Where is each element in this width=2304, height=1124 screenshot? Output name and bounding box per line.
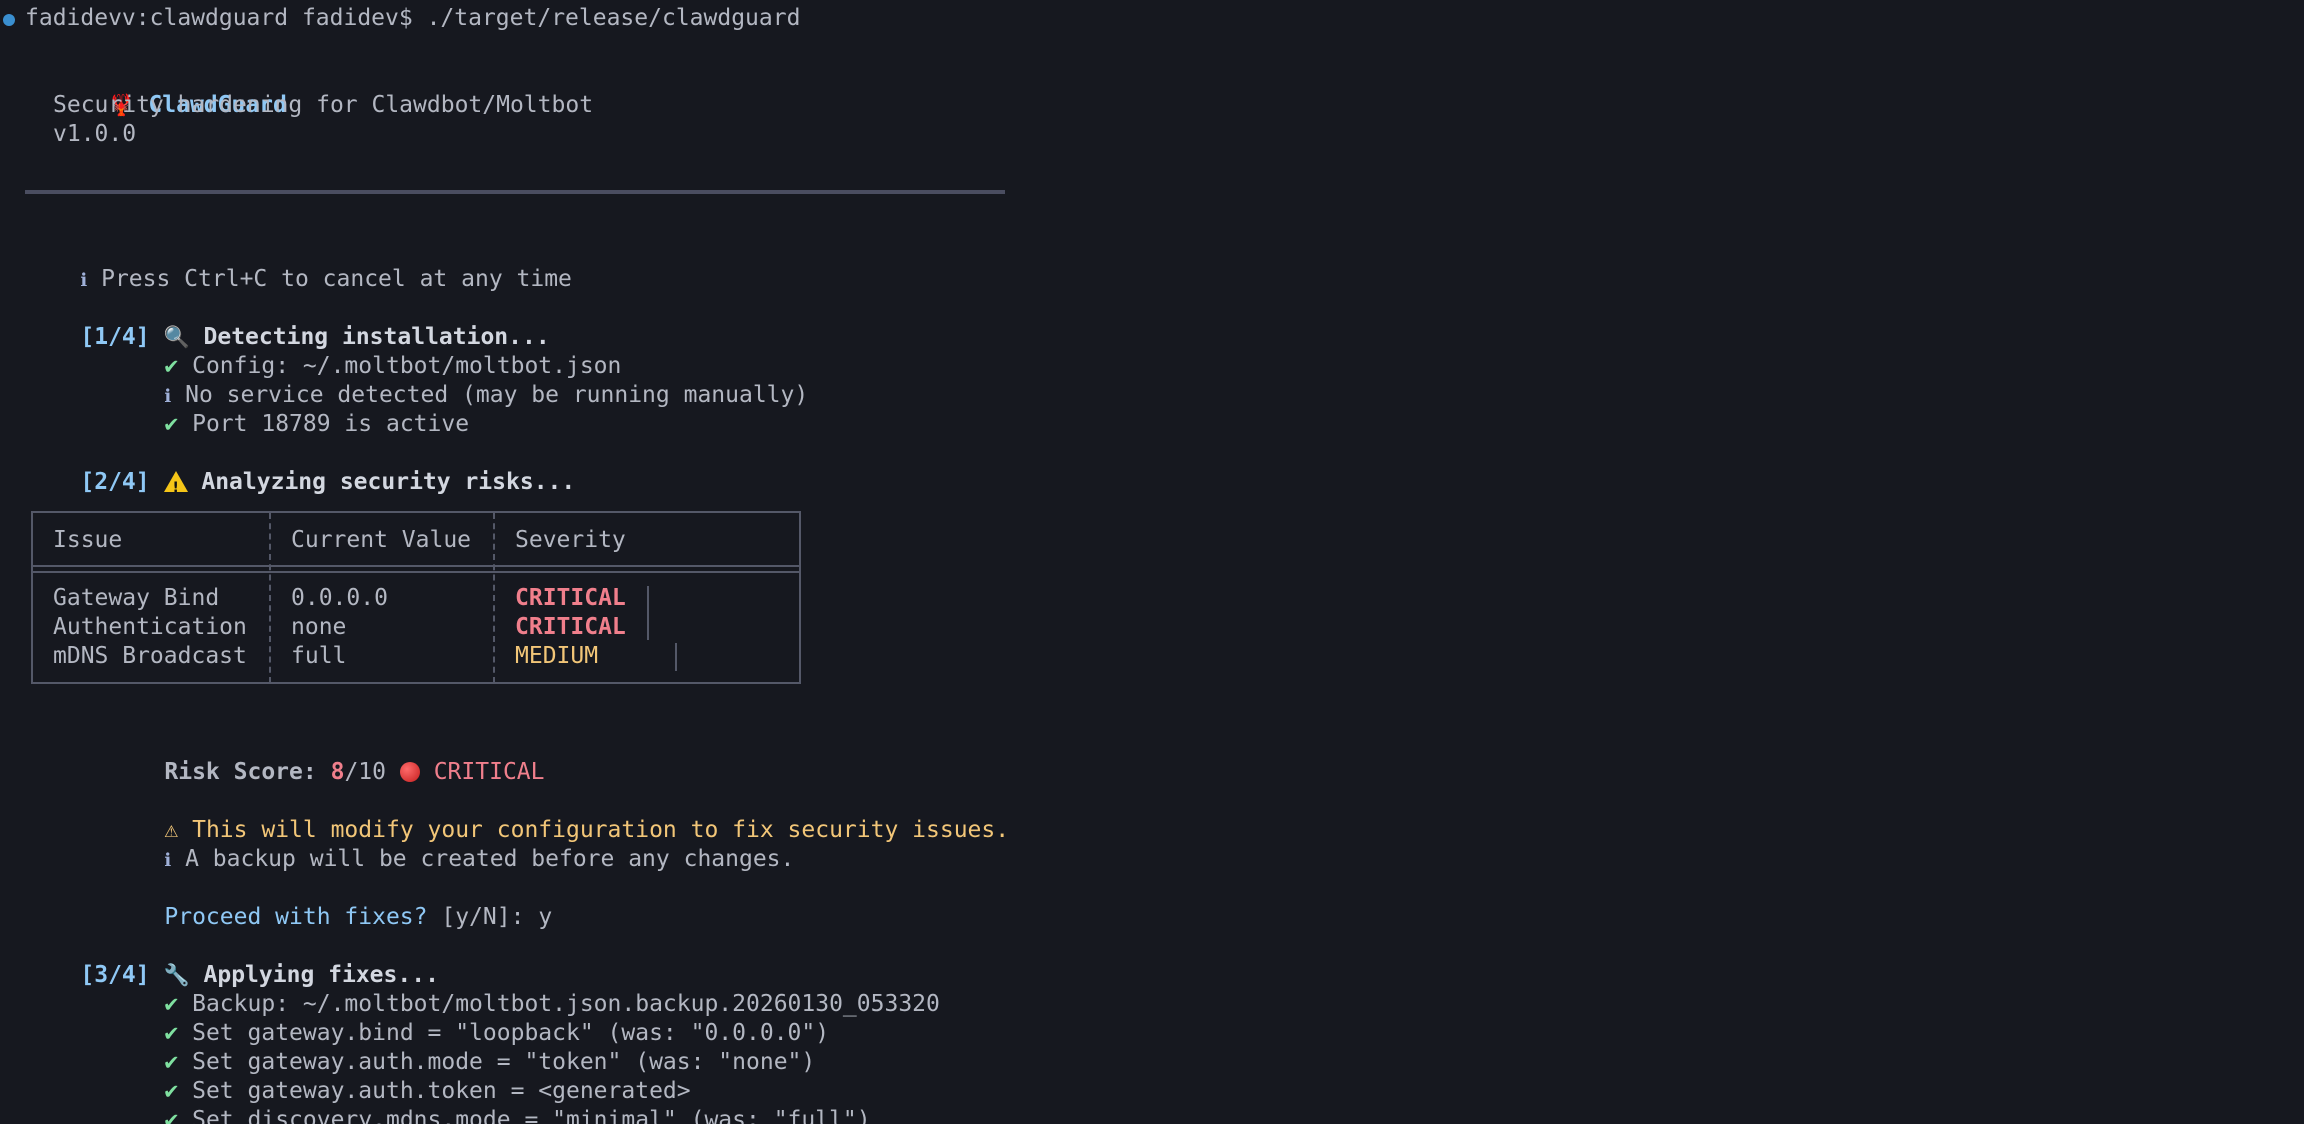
- table-header-value: Current Value: [291, 527, 472, 553]
- step3-line: ✔ Set gateway.bind = "loopback" (was: "0…: [109, 990, 829, 1046]
- table-cell-edge: [675, 643, 677, 671]
- risk-score-value: 8: [330, 759, 345, 785]
- table-cell-value: full: [291, 643, 347, 669]
- info-icon: ℹ: [80, 270, 88, 291]
- command-prompt: fadidevv:clawdguard fadidev$ ./target/re…: [25, 5, 801, 31]
- terminal-window[interactable]: fadidevv:clawdguard fadidev$ ./target/re…: [0, 0, 2304, 1124]
- table-cell-severity: CRITICAL: [515, 614, 626, 640]
- backup-notice-line: ℹ A backup will be created before any ch…: [109, 816, 794, 872]
- step1-line-text: Port 18789 is active: [192, 411, 470, 437]
- risk-score-line: Risk Score: 8/10 CRITICAL: [109, 729, 544, 785]
- step1-line-config: ✔ Config: ~/.moltbot/moltbot.json: [109, 323, 621, 379]
- risk-score-max: /10: [344, 759, 386, 785]
- info-icon: ℹ: [164, 850, 172, 871]
- confirm-options: [y/N]:: [441, 904, 525, 930]
- check-icon: ✔: [164, 411, 179, 437]
- step1-line-port: ✔ Port 18789 is active: [109, 381, 469, 437]
- step3-line: ✔ Set gateway.auth.token = <generated>: [109, 1048, 690, 1104]
- table-column-divider: [493, 513, 495, 683]
- app-version: v1.0.0: [53, 121, 137, 147]
- table-header-severity: Severity: [515, 527, 626, 553]
- step3-line: ✔ Set discovery.mdns.mode = "minimal" (w…: [109, 1077, 870, 1124]
- step2-header: [2/4] Analyzing security risks...: [25, 439, 575, 503]
- warning-triangle-icon: [163, 471, 188, 503]
- check-icon: ✔: [164, 1107, 179, 1124]
- backup-notice: A backup will be created before any chan…: [185, 846, 795, 872]
- confirm-question: Proceed with fixes?: [164, 904, 428, 930]
- table-cell-issue: mDNS Broadcast: [53, 643, 247, 669]
- app-subtitle: Security hardening for Clawdbot/Moltbot: [53, 92, 594, 118]
- step2-tag: [2/4]: [80, 469, 150, 495]
- cancel-hint-line: ℹ Press Ctrl+C to cancel at any time: [25, 236, 572, 292]
- table-header-issue: Issue: [53, 527, 123, 553]
- table-cell-issue: Gateway Bind: [53, 585, 220, 611]
- step3-line: ✔ Backup: ~/.moltbot/moltbot.json.backup…: [109, 961, 939, 1017]
- step3-line-text: Set discovery.mdns.mode = "minimal" (was…: [192, 1107, 871, 1124]
- table-cell-severity: CRITICAL: [515, 585, 626, 611]
- banner-title-line: 🦞 ClawdGuard: [53, 62, 287, 118]
- step3-header: [3/4] 🔧 Applying fixes...: [25, 932, 439, 988]
- table-header-divider: [31, 571, 801, 573]
- prompt-status-dot: [3, 14, 15, 26]
- table-header-divider: [31, 565, 801, 567]
- table-cell-value: none: [291, 614, 347, 640]
- confirm-answer-input[interactable]: y: [538, 904, 552, 930]
- risk-score-label: Risk Score:: [164, 759, 317, 785]
- table-column-divider: [269, 513, 271, 683]
- risk-level: CRITICAL: [433, 759, 545, 785]
- red-circle-icon: [399, 762, 420, 782]
- warning-notice-line: ⚠ This will modify your configuration to…: [109, 787, 1009, 843]
- confirm-prompt-line[interactable]: Proceed with fixes? [y/N]: y: [109, 874, 552, 930]
- step2-title: Analyzing security risks...: [201, 469, 576, 495]
- table-cell-issue: Authentication: [53, 614, 247, 640]
- step3-line: ✔ Set gateway.auth.mode = "token" (was: …: [109, 1019, 815, 1075]
- table-cell-value: 0.0.0.0: [291, 585, 388, 611]
- step1-line-service: ℹ No service detected (may be running ma…: [109, 352, 808, 408]
- step1-header: [1/4] 🔍 Detecting installation...: [25, 294, 549, 350]
- table-cell-severity: MEDIUM: [515, 643, 599, 669]
- table-cell-edge: [647, 586, 649, 640]
- banner-divider: [25, 190, 1005, 194]
- cancel-hint: Press Ctrl+C to cancel at any time: [101, 266, 572, 292]
